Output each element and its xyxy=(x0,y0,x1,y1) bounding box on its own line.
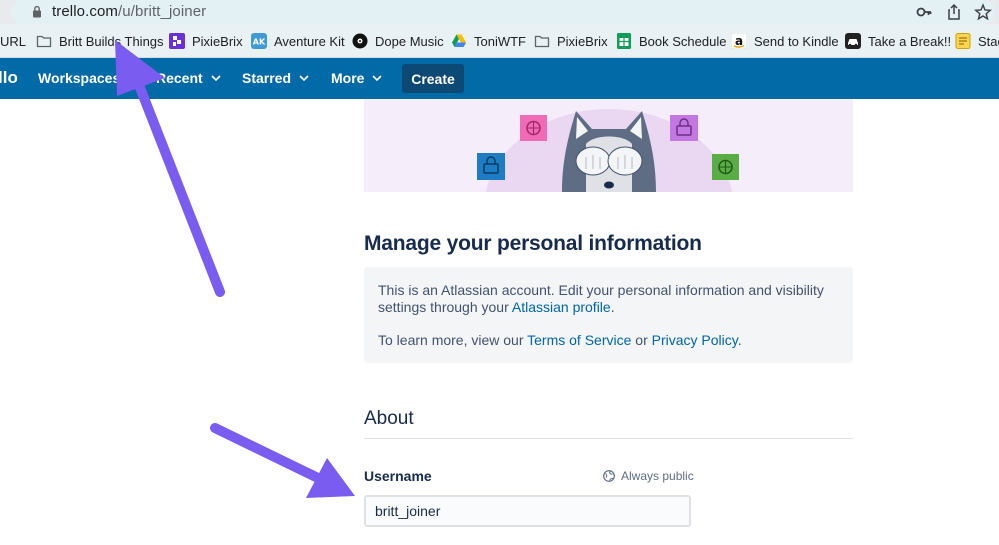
terms-of-service-link[interactable]: Terms of Service xyxy=(527,332,631,348)
visibility-label: Always public xyxy=(621,469,694,483)
nav-starred-label: Starred xyxy=(242,70,291,86)
svg-text:AK: AK xyxy=(253,38,266,47)
amazon-icon: a xyxy=(731,33,747,49)
google-sheets-icon xyxy=(616,33,632,49)
key-icon[interactable] xyxy=(915,3,933,21)
globe-icon xyxy=(603,470,615,482)
bookmark-take-a-break[interactable]: Take a Break!! xyxy=(845,32,951,50)
info-text: . xyxy=(738,332,742,348)
lock-tile-blue-icon xyxy=(477,153,505,180)
bookmark-label: Send to Kindle xyxy=(754,34,839,49)
create-button[interactable]: Create xyxy=(402,64,464,93)
bookmark-aventure-kit[interactable]: AK Aventure Kit xyxy=(251,32,345,50)
share-icon[interactable] xyxy=(945,3,963,21)
folder-icon xyxy=(534,33,550,49)
bookmark-label: Britt Builds Things xyxy=(59,34,164,49)
bookmark-toniwtf[interactable]: ToniWTF xyxy=(451,32,526,50)
bookmark-label: Stac xyxy=(978,34,999,49)
aventure-kit-icon: AK xyxy=(251,33,267,49)
dribbble-tile-pink-icon xyxy=(520,115,547,141)
bookmark-label: Aventure Kit xyxy=(274,34,345,49)
nav-more-label: More xyxy=(331,70,364,86)
nav-recent-label: Recent xyxy=(156,70,203,86)
bookmark-label: Take a Break!! xyxy=(868,34,951,49)
bookmark-label: Book Schedule xyxy=(639,34,726,49)
google-drive-icon xyxy=(451,33,467,49)
profile-banner xyxy=(364,99,853,192)
info-text: or xyxy=(631,332,651,348)
nav-recent[interactable]: Recent xyxy=(156,70,221,86)
chevron-down-icon xyxy=(372,75,382,82)
bookmark-dope-music[interactable]: Dope Music xyxy=(352,32,444,50)
bookmark-label: URL xyxy=(0,34,26,49)
music-disc-icon xyxy=(352,33,368,49)
atlassian-info-box: This is an Atlassian account. Edit your … xyxy=(364,267,853,363)
info-paragraph-terms: To learn more, view our Terms of Service… xyxy=(378,332,839,349)
nav-more[interactable]: More xyxy=(331,70,382,86)
trello-logo[interactable]: llo xyxy=(0,68,18,88)
bookmark-label: ToniWTF xyxy=(474,34,526,49)
pixiebrix-icon xyxy=(169,33,185,49)
lock-tile-purple-icon xyxy=(670,115,698,141)
note-icon xyxy=(955,33,971,49)
info-text: . xyxy=(611,299,615,315)
car-icon xyxy=(845,33,861,49)
trello-header: llo Workspaces Recent Starred More Creat… xyxy=(0,58,999,99)
page-title: Manage your personal information xyxy=(364,232,702,256)
folder-icon xyxy=(36,33,52,49)
username-visibility[interactable]: Always public xyxy=(603,469,694,483)
bookmark-label: PixieBrix xyxy=(192,34,243,49)
bookmark-label: PixieBrix xyxy=(557,34,608,49)
nav-workspaces[interactable]: Workspaces xyxy=(38,70,120,86)
bookmark-label: Dope Music xyxy=(375,34,444,49)
dribbble-tile-green-icon xyxy=(712,154,739,180)
nav-starred[interactable]: Starred xyxy=(242,70,309,86)
url-text: trello.com/u/britt_joiner xyxy=(52,3,206,20)
about-heading: About xyxy=(364,408,414,430)
browser-address-bar: trello.com/u/britt_joiner xyxy=(0,0,999,24)
bookmark-britt-builds-things[interactable]: Britt Builds Things xyxy=(36,32,164,50)
bookmark-pixiebrix-folder[interactable]: PixieBrix xyxy=(534,32,608,50)
chevron-down-icon xyxy=(299,75,309,82)
annotation-arrow-down-icon xyxy=(215,428,355,498)
bookmarks-bar: URL Britt Builds Things PixieBrix AK Ave… xyxy=(0,24,999,58)
privacy-policy-link[interactable]: Privacy Policy xyxy=(652,332,738,348)
atlassian-profile-link[interactable]: Atlassian profile xyxy=(512,299,611,315)
nav-workspaces-label: Workspaces xyxy=(38,70,120,86)
section-divider xyxy=(364,438,853,439)
husky-illustration xyxy=(364,99,853,192)
bookmark-url[interactable]: URL xyxy=(0,32,26,50)
bookmark-pixiebrix[interactable]: PixieBrix xyxy=(169,32,243,50)
info-text: To learn more, view our xyxy=(378,332,527,348)
bookmark-send-to-kindle[interactable]: a Send to Kindle xyxy=(731,32,839,50)
info-paragraph-profile: This is an Atlassian account. Edit your … xyxy=(378,282,839,316)
username-input[interactable] xyxy=(364,495,691,527)
lock-icon xyxy=(32,5,42,18)
star-bookmark-icon[interactable] xyxy=(974,3,992,21)
url-field[interactable]: trello.com/u/britt_joiner xyxy=(10,0,995,24)
chevron-down-icon xyxy=(211,75,221,82)
bookmark-book-schedule[interactable]: Book Schedule xyxy=(616,32,726,50)
bookmark-stac[interactable]: Stac xyxy=(955,32,999,50)
username-label: Username xyxy=(364,468,432,484)
